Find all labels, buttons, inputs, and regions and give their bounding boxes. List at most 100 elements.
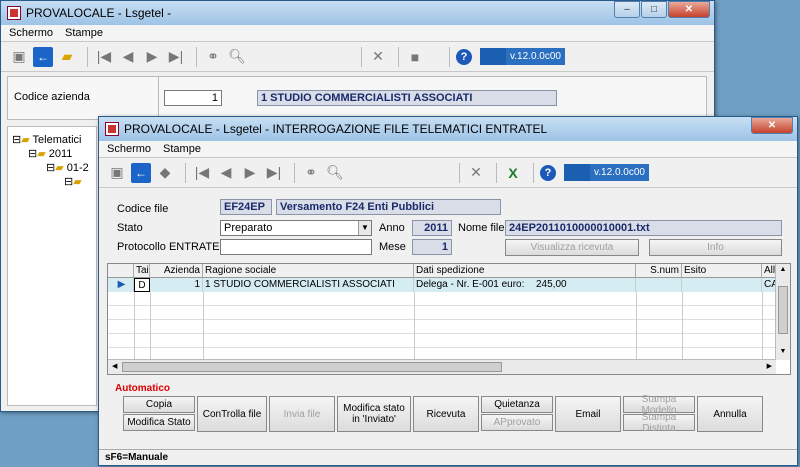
codice-file-label: Codice file <box>117 203 169 215</box>
back-toolbar: ▣ ← ▰ |◀ ◀ ▶ ▶| ⚭ 🔍︎ ✕ ■ ? v.12.0.0c00 <box>1 42 714 72</box>
grid-header-snum[interactable]: S.num <box>636 264 682 278</box>
chevron-down-icon[interactable]: ▼ <box>358 221 371 235</box>
help-icon[interactable]: ? <box>540 164 556 181</box>
anno-value: 2011 <box>412 220 452 236</box>
mese-label: Mese <box>379 241 406 253</box>
tree-item-month[interactable]: ⊟▰ 01-2 <box>46 161 89 174</box>
app-icon <box>7 6 21 20</box>
back-window-title: PROVALOCALE - Lsgetel - <box>26 6 172 20</box>
nome-file-label: Nome file <box>458 222 505 234</box>
grid-header-esito[interactable]: Esito <box>682 264 762 278</box>
back-arrow-icon[interactable]: ← <box>131 162 151 183</box>
ricevuta-button[interactable]: Ricevuta <box>413 396 479 432</box>
annulla-button[interactable]: Annulla <box>697 396 763 432</box>
front-menubar: Schermo Stampe <box>99 141 797 158</box>
magnifier-icon[interactable]: 🔍︎ <box>227 47 247 67</box>
save-icon[interactable]: ▣ <box>107 163 127 183</box>
folder-icon[interactable]: ▰ <box>57 47 77 67</box>
binoculars-icon[interactable]: ⚭ <box>301 163 321 183</box>
grid-header-all[interactable]: All <box>762 264 776 278</box>
files-grid: Tai Azienda Ragione sociale Dati spedizi… <box>107 263 791 375</box>
grid-header-azienda[interactable]: Azienda <box>150 264 203 278</box>
cell-dati[interactable]: Delega - Nr. E-001 euro: 245,00 <box>414 278 636 292</box>
protocollo-label: Protocollo ENTRATEL <box>117 241 226 253</box>
invia-file-button[interactable]: Invia file <box>269 396 335 432</box>
menu-schermo[interactable]: Schermo <box>107 143 151 155</box>
row-selector-icon: ▶ <box>108 278 134 292</box>
anno-label: Anno <box>379 222 405 234</box>
front-titlebar: PROVALOCALE - Lsgetel - INTERROGAZIONE F… <box>99 117 797 141</box>
table-row[interactable]: ▶ D 1 1 STUDIO COMMERCIALISTI ASSOCIATI … <box>108 278 776 292</box>
grid-header-selector <box>108 264 134 278</box>
quietanza-button[interactable]: Quietanza <box>481 396 553 413</box>
grid-header-ragione[interactable]: Ragione sociale <box>203 264 414 278</box>
first-icon[interactable]: |◀ <box>94 47 114 67</box>
modifica-stato-button[interactable]: Modifica Stato <box>123 414 195 431</box>
maximize-button[interactable]: □ <box>641 1 667 18</box>
delete-icon[interactable]: ✕ <box>368 47 388 67</box>
stampa-modello-button[interactable]: Stampa Modello <box>623 394 695 416</box>
stato-label: Stato <box>117 222 143 234</box>
grid-empty-rows <box>108 292 776 360</box>
binoculars-icon[interactable]: ⚭ <box>203 47 223 67</box>
menu-schermo[interactable]: Schermo <box>9 27 53 39</box>
delete-icon[interactable]: ✕ <box>466 163 486 183</box>
back-menubar: Schermo Stampe <box>1 25 714 42</box>
horizontal-scrollbar[interactable]: ◀ ▶ <box>108 359 776 374</box>
mese-value: 1 <box>412 239 452 255</box>
stampa-distinta-button[interactable]: Stampa Distinta <box>623 412 695 434</box>
close-button[interactable]: ✕ <box>751 117 793 134</box>
tree-item-sub[interactable]: ⊟▰ <box>64 175 82 188</box>
menu-stampe[interactable]: Stampe <box>163 143 201 155</box>
grid-header-dati[interactable]: Dati spedizione <box>414 264 636 278</box>
minimize-button[interactable]: – <box>614 1 640 18</box>
cell-esito[interactable] <box>682 278 762 292</box>
tree-item-telematici[interactable]: ⊟▰ Telematici <box>12 133 81 146</box>
magnifier-icon[interactable]: 🔍︎ <box>325 163 345 183</box>
copia-button[interactable]: Copia <box>123 396 195 413</box>
tree-panel: ⊟▰ Telematici ⊟▰ 2011 ⊟▰ 01-2 ⊟▰ <box>7 126 97 406</box>
front-toolbar: ▣ ← ◆ |◀ ◀ ▶ ▶| ⚭ 🔍︎ ✕ X ? v.12.0.0c00 <box>99 158 797 188</box>
save-icon[interactable]: ▣ <box>9 47 29 67</box>
prev-icon[interactable]: ◀ <box>118 47 138 67</box>
front-window-title: PROVALOCALE - Lsgetel - INTERROGAZIONE F… <box>124 122 548 136</box>
codice-azienda-field[interactable]: 1 <box>164 90 222 106</box>
back-arrow-icon[interactable]: ← <box>33 46 53 67</box>
excel-icon[interactable]: X <box>503 163 523 183</box>
help-icon[interactable]: ? <box>456 48 472 65</box>
automatico-label: Automatico <box>115 383 170 394</box>
azienda-name: 1 STUDIO COMMERCIALISTI ASSOCIATI <box>257 90 557 106</box>
tree-item-2011[interactable]: ⊟▰ 2011 <box>28 147 72 160</box>
cell-all[interactable]: CA <box>762 278 776 292</box>
visualizza-ricevuta-button[interactable]: Visualizza ricevuta <box>505 239 639 256</box>
last-icon[interactable]: ▶| <box>166 47 186 67</box>
close-button[interactable]: ✕ <box>668 1 710 18</box>
codice-azienda-label: Codice azienda <box>14 91 90 103</box>
first-icon[interactable]: |◀ <box>192 163 212 183</box>
grid-header-tai[interactable]: Tai <box>134 264 150 278</box>
cell-tai[interactable]: D <box>134 278 150 292</box>
prev-icon[interactable]: ◀ <box>216 163 236 183</box>
app-icon <box>105 122 119 136</box>
next-icon[interactable]: ▶ <box>142 47 162 67</box>
front-window: PROVALOCALE - Lsgetel - INTERROGAZIONE F… <box>98 116 798 466</box>
version-badge: v.12.0.0c00 <box>564 164 649 181</box>
stop-icon[interactable]: ■ <box>405 47 425 67</box>
file-form: Codice file EF24EP Versamento F24 Enti P… <box>105 195 791 259</box>
vertical-scrollbar[interactable]: ▲ ▼ <box>775 264 790 360</box>
protocollo-field[interactable] <box>220 239 372 255</box>
tag-icon[interactable]: ◆ <box>155 163 175 183</box>
approvato-button[interactable]: APprovato <box>481 414 553 431</box>
next-icon[interactable]: ▶ <box>240 163 260 183</box>
cell-ragione[interactable]: 1 STUDIO COMMERCIALISTI ASSOCIATI <box>203 278 414 292</box>
email-button[interactable]: Email <box>555 396 621 432</box>
controlla-file-button[interactable]: ConTrolla file <box>197 396 267 432</box>
modifica-inviato-button[interactable]: Modifica stato in 'Inviato' <box>337 396 411 432</box>
last-icon[interactable]: ▶| <box>264 163 284 183</box>
codice-file-value: EF24EP <box>220 199 272 215</box>
cell-snum[interactable] <box>636 278 682 292</box>
menu-stampe[interactable]: Stampe <box>65 27 103 39</box>
info-button[interactable]: Info <box>649 239 782 256</box>
stato-select[interactable]: Preparato ▼ <box>220 220 372 236</box>
cell-azienda[interactable]: 1 <box>150 278 203 292</box>
